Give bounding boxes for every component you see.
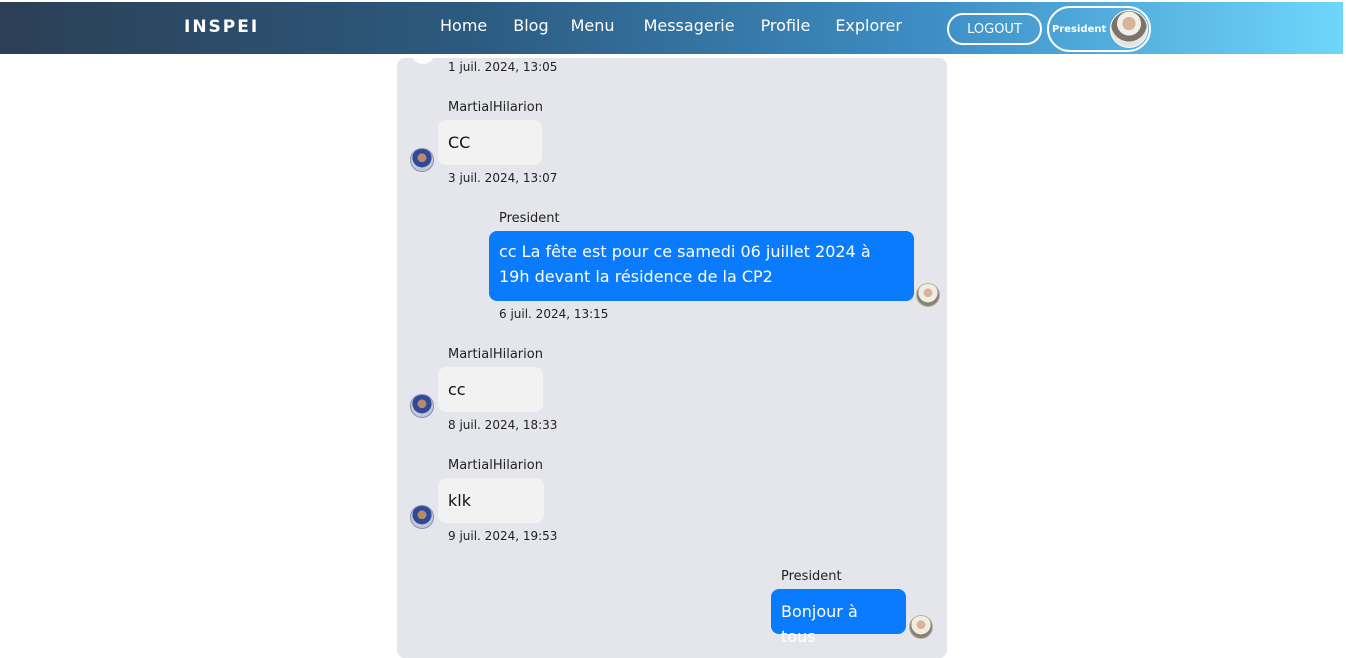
avatar-partial	[411, 58, 435, 64]
nav-link-home[interactable]: Home	[440, 16, 487, 35]
president-avatar	[909, 615, 933, 639]
message-time: 6 juil. 2024, 13:15	[499, 307, 609, 321]
nav-links: Home Blog Menu Messagerie Profile Explor…	[440, 16, 902, 35]
president-avatar	[916, 283, 940, 307]
user-avatar	[1110, 10, 1149, 48]
message-bubble-outgoing: cc La fête est pour ce samedi 06 juillet…	[489, 231, 914, 301]
top-navbar: INSPEI Home Blog Menu Messagerie Profile…	[0, 2, 1343, 54]
message-author: MartialHilarion	[448, 347, 543, 362]
message-author: MartialHilarion	[448, 100, 543, 115]
message-bubble-incoming: klk	[438, 478, 544, 523]
logout-button[interactable]: LOGOUT	[947, 13, 1042, 45]
message-bubble-incoming: cc	[438, 367, 543, 412]
message-time: 8 juil. 2024, 18:33	[448, 418, 558, 432]
nav-link-messagerie[interactable]: Messagerie	[644, 16, 735, 35]
message-time: 3 juil. 2024, 13:07	[448, 171, 558, 185]
message-bubble-incoming: CC	[438, 120, 542, 165]
martial-avatar	[410, 394, 434, 418]
chat-panel[interactable]: 1 juil. 2024, 13:05 MartialHilarion CC 3…	[397, 58, 947, 658]
brand-logo[interactable]: INSPEI	[184, 17, 259, 37]
nav-link-profile[interactable]: Profile	[761, 16, 811, 35]
nav-link-blog[interactable]: Blog	[513, 16, 548, 35]
martial-avatar	[410, 505, 434, 529]
message-bubble-outgoing: Bonjour à tous	[771, 589, 906, 646]
message-time: 1 juil. 2024, 13:05	[448, 60, 558, 74]
message-author: MartialHilarion	[448, 458, 543, 473]
profile-pill[interactable]: President	[1047, 6, 1151, 52]
nav-link-explorer[interactable]: Explorer	[835, 16, 902, 35]
message-author: President	[781, 569, 842, 584]
message-time: 9 juil. 2024, 19:53	[448, 529, 558, 543]
martial-avatar	[410, 148, 434, 172]
message-author: President	[499, 211, 560, 226]
nav-link-menu[interactable]: Menu	[571, 16, 615, 35]
profile-name: President	[1052, 23, 1107, 35]
